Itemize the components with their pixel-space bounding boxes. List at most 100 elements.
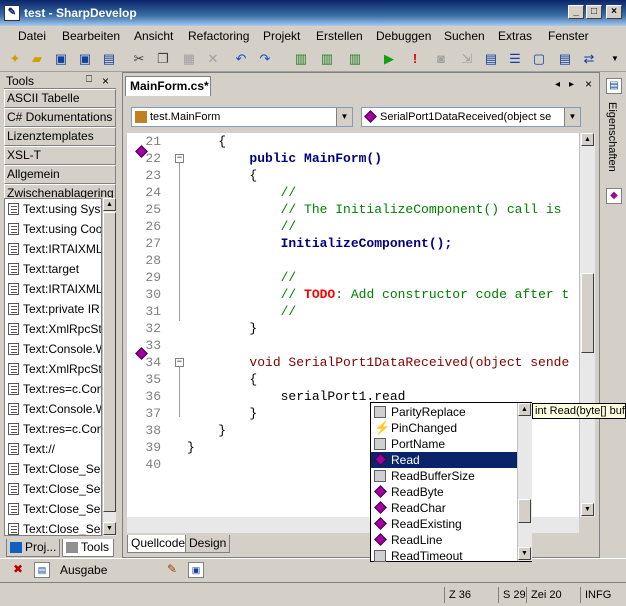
list-item[interactable]: Text:Close_Ses	[5, 479, 101, 499]
tab-source[interactable]: Quellcode	[127, 535, 190, 553]
bookmark-icon[interactable]: ▤	[482, 50, 500, 68]
tools-scrollbar[interactable]: ▲ ▼	[102, 198, 116, 536]
list-item[interactable]: Text:IRTAIXML	[5, 239, 101, 259]
list-item[interactable]: Text:target	[5, 259, 101, 279]
search-results-icon[interactable]: ▣	[188, 562, 204, 578]
completion-item[interactable]: ReadExisting	[371, 516, 517, 532]
properties-panel-collapsed[interactable]: ▤ Eigenschaften ◆	[602, 72, 626, 558]
copy-icon[interactable]: ❐	[154, 50, 172, 68]
completion-item[interactable]: ⚡ PinChanged	[371, 420, 517, 436]
tab-projects[interactable]: Proj...	[6, 539, 60, 557]
scroll-thumb[interactable]	[581, 273, 594, 353]
scroll-down-icon[interactable]: ▼	[518, 547, 531, 560]
list-item[interactable]: Text:XmlRpcStr	[5, 319, 101, 339]
redo-icon[interactable]: ↷	[256, 50, 274, 68]
stop-debug-icon[interactable]: !	[406, 50, 424, 68]
category-csharp-doc[interactable]: C# Dokumentations	[4, 108, 116, 127]
list-item[interactable]: Text://	[5, 439, 101, 459]
category-ascii[interactable]: ASCII Tabelle	[4, 89, 116, 108]
window-icon[interactable]: ▢	[530, 50, 548, 68]
scroll-up-icon[interactable]: ▲	[103, 198, 116, 211]
member-selector[interactable]: SerialPort1DataReceived(object se ▼	[361, 107, 581, 127]
task-list-icon[interactable]: ✎	[164, 562, 180, 578]
new-file-icon[interactable]: ✦	[6, 50, 24, 68]
chevron-down-icon[interactable]: ▼	[564, 108, 580, 126]
completion-item[interactable]: ReadLine	[371, 532, 517, 548]
menu-suchen[interactable]: Suchen	[444, 29, 485, 43]
list-item[interactable]: Text:res=c.Con	[5, 419, 101, 439]
scroll-down-icon[interactable]: ▼	[581, 503, 594, 516]
pin-icon[interactable]: ⎕	[86, 74, 92, 85]
scroll-up-icon[interactable]: ▲	[581, 133, 594, 146]
close-panel-icon[interactable]: ×	[102, 74, 109, 88]
cut-icon[interactable]: ✂	[130, 50, 148, 68]
tab-scroll-left-icon[interactable]: ◂	[555, 79, 560, 90]
list-item[interactable]: Text:XmlRpcStr	[5, 359, 101, 379]
properties-label[interactable]: Eigenschaften	[606, 102, 618, 172]
close-tab-icon[interactable]: ×	[585, 77, 592, 91]
list-item[interactable]: Text:using Coo	[5, 219, 101, 239]
category-allgemein[interactable]: Allgemein	[4, 165, 116, 184]
menu-datei[interactable]: Datei	[18, 29, 46, 43]
maximize-button[interactable]: □	[586, 5, 602, 19]
list-item[interactable]: Text:Console.W	[5, 399, 101, 419]
undo-icon[interactable]: ↶	[232, 50, 250, 68]
output-label[interactable]: Ausgabe	[60, 563, 107, 577]
errors-icon[interactable]: ✖	[10, 562, 26, 578]
scroll-up-icon[interactable]: ▲	[518, 403, 531, 416]
scroll-thumb[interactable]	[103, 212, 116, 512]
list-item[interactable]: Text:Close_Ses	[5, 459, 101, 479]
build-icon[interactable]: ▥	[292, 50, 310, 68]
scroll-down-icon[interactable]: ▼	[103, 522, 116, 535]
completion-item[interactable]: ReadByte	[371, 484, 517, 500]
delete-icon[interactable]: ✕	[204, 50, 222, 68]
save-all-icon[interactable]: ▣	[52, 50, 70, 68]
completion-item[interactable]: ReadBufferSize	[371, 468, 517, 484]
menu-bearbeiten[interactable]: Bearbeiten	[62, 29, 120, 43]
menu-refactoring[interactable]: Refactoring	[188, 29, 249, 43]
menu-erstellen[interactable]: Erstellen	[316, 29, 363, 43]
completion-item[interactable]: ParityReplace	[371, 404, 517, 420]
properties-icon[interactable]: ▤	[606, 78, 622, 94]
fold-toggle-icon[interactable]: −	[175, 154, 184, 163]
tab-mainform[interactable]: MainForm.cs*	[125, 76, 211, 96]
step-over-icon[interactable]: ⇲	[458, 50, 476, 68]
list-item[interactable]: Text:Console.W	[5, 339, 101, 359]
completion-item[interactable]: ReadChar	[371, 500, 517, 516]
completion-scrollbar[interactable]: ▲ ▼	[517, 403, 532, 561]
minimize-button[interactable]: _	[568, 5, 584, 19]
completion-item[interactable]: PortName	[371, 436, 517, 452]
close-button[interactable]: ×	[606, 5, 622, 19]
toolbar-overflow-icon[interactable]: ▼	[606, 50, 624, 68]
class-browser-icon[interactable]: ◆	[606, 188, 622, 204]
tab-scroll-right-icon[interactable]: ▸	[569, 79, 574, 90]
paste-icon[interactable]: ▦	[180, 50, 198, 68]
build-all-icon[interactable]: ▥	[318, 50, 336, 68]
scroll-thumb[interactable]	[518, 499, 531, 523]
breakpoint-icon[interactable]: ◙	[432, 50, 450, 68]
list-item[interactable]: Text:private IR	[5, 299, 101, 319]
rebuild-icon[interactable]: ▥	[346, 50, 364, 68]
list-item[interactable]: Text:IRTAIXML	[5, 279, 101, 299]
menu-ansicht[interactable]: Ansicht	[134, 29, 173, 43]
category-xslt[interactable]: XSL-T	[4, 146, 116, 165]
category-license[interactable]: Lizenztemplates	[4, 127, 116, 146]
list-item[interactable]: Text:using Syst	[5, 199, 101, 219]
menu-extras[interactable]: Extras	[498, 29, 532, 43]
print-icon[interactable]: ▤	[100, 50, 118, 68]
completion-item-selected[interactable]: Read	[371, 452, 517, 468]
list-item[interactable]: Text:res=c.Con	[5, 379, 101, 399]
menu-projekt[interactable]: Projekt	[263, 29, 300, 43]
options-icon[interactable]: ⇄	[580, 50, 598, 68]
fold-toggle-icon[interactable]: −	[175, 358, 184, 367]
list-item[interactable]: Text:Close_Ses	[5, 519, 101, 535]
menu-debuggen[interactable]: Debuggen	[376, 29, 431, 43]
layout-icon[interactable]: ▤	[556, 50, 574, 68]
tab-tools[interactable]: Tools	[62, 539, 114, 557]
output-icon[interactable]: ▤	[34, 562, 50, 578]
chevron-down-icon[interactable]: ▼	[336, 108, 352, 126]
list-icon[interactable]: ☰	[506, 50, 524, 68]
run-icon[interactable]: ▶	[380, 50, 398, 68]
class-selector[interactable]: test.MainForm ▼	[131, 107, 353, 127]
open-folder-icon[interactable]: ▰	[28, 50, 46, 68]
